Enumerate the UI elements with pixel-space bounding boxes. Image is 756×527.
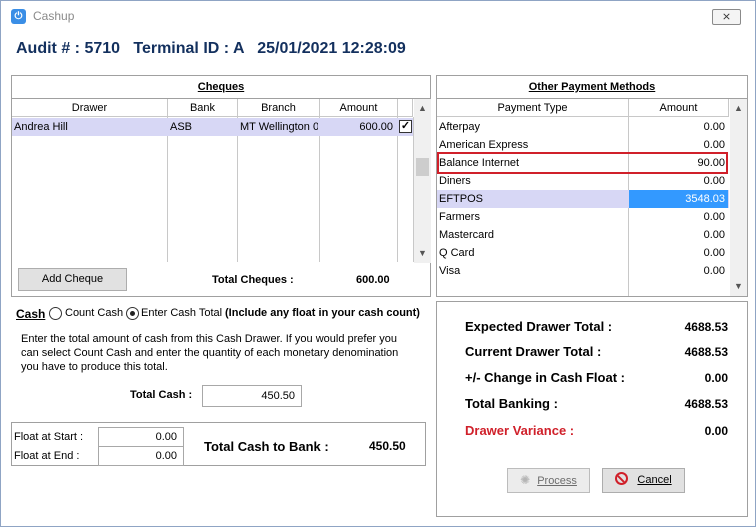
total-cheques-value: 600.00 [356, 274, 390, 286]
add-cheque-button[interactable]: Add Cheque [18, 268, 127, 291]
change-in-float-label: +/- Change in Cash Float : [465, 370, 625, 385]
expected-drawer-total-label: Expected Drawer Total : [465, 319, 613, 334]
payment-amount: 0.00 [703, 247, 725, 259]
col-bank: Bank [168, 99, 238, 117]
payment-type: Mastercard [439, 229, 495, 241]
float-end-input[interactable]: 0.00 [98, 446, 184, 466]
cheques-title: Cheques [197, 81, 245, 93]
highlight-box [437, 152, 728, 174]
change-in-float-value: 0.00 [704, 371, 728, 385]
scroll-thumb[interactable] [416, 158, 429, 176]
count-cash-radio[interactable] [49, 307, 62, 320]
current-drawer-total-label: Current Drawer Total : [465, 344, 602, 359]
total-cash-input[interactable]: 450.50 [202, 385, 302, 407]
drawer-variance-value: 0.00 [704, 424, 728, 438]
col-amount: Amount [320, 99, 398, 117]
cash-label: Cash [16, 307, 46, 321]
app-power-icon: ⏻ [11, 9, 26, 24]
total-cash-label: Total Cash : [130, 389, 193, 401]
list-item[interactable]: Afterpay 0.00 [437, 118, 729, 136]
cheques-scrollbar[interactable]: ▲ ▼ [414, 99, 431, 263]
payment-amount: 3548.03 [629, 190, 728, 208]
payments-title: Other Payment Methods [528, 81, 656, 93]
cancel-label: Cancel [637, 474, 672, 486]
total-cash-to-bank-value: 450.50 [369, 439, 406, 453]
include-float-note: (Include any float in your cash count) [225, 307, 420, 319]
total-cheques-label: Total Cheques : [212, 274, 294, 286]
payments-scrollbar[interactable]: ▲ ▼ [730, 99, 747, 296]
cancel-button[interactable]: Cancel [602, 468, 685, 493]
col-payment-amount: Amount [629, 99, 729, 117]
cheques-grid-header: Drawer Bank Branch Amount [12, 99, 413, 117]
payment-amount: 0.00 [703, 229, 725, 241]
audit-header: Audit # : 5710 Terminal ID : A 25/01/202… [16, 40, 406, 57]
cheque-drawer: Andrea Hill [14, 121, 68, 133]
payment-type: Visa [439, 265, 461, 277]
title-bar [1, 1, 753, 31]
cancel-icon [615, 472, 629, 485]
float-start-input[interactable]: 0.00 [98, 427, 184, 447]
list-item[interactable]: Diners 0.00 [437, 172, 729, 190]
float-start-label: Float at Start : [14, 431, 84, 443]
instructions-line-1: Enter the total amount of cash from this… [21, 333, 398, 345]
col-check [398, 99, 413, 117]
col-branch: Branch [238, 99, 320, 117]
cheque-branch: MT Wellington 0 [240, 121, 318, 133]
enter-cash-total-label[interactable]: Enter Cash Total [141, 307, 222, 319]
total-banking-value: 4688.53 [684, 397, 728, 411]
count-cash-label[interactable]: Count Cash [65, 307, 123, 319]
col-drawer: Drawer [12, 99, 168, 117]
cheque-checkbox[interactable]: ✓ [399, 120, 412, 133]
enter-cash-total-radio[interactable] [126, 307, 139, 320]
list-item[interactable]: Visa 0.00 [437, 262, 729, 280]
window-title: Cashup [33, 9, 75, 23]
process-button[interactable]: ✺ Process [507, 468, 590, 493]
close-button[interactable]: ⨯ [712, 9, 741, 25]
current-drawer-total-value: 4688.53 [684, 345, 728, 359]
float-end-label: Float at End : [14, 450, 80, 462]
list-item[interactable]: Mastercard 0.00 [437, 226, 729, 244]
scroll-down-icon[interactable]: ▼ [414, 245, 431, 262]
list-item[interactable]: Farmers 0.00 [437, 208, 729, 226]
drawer-variance-label: Drawer Variance : [465, 423, 575, 438]
payment-type: Afterpay [439, 121, 480, 133]
payment-amount: 0.00 [703, 121, 725, 133]
instructions-line-2: can select Count Cash and enter the quan… [21, 347, 399, 359]
payment-type: Q Card [439, 247, 475, 259]
payments-grid-header: Payment Type Amount [437, 99, 729, 117]
payment-amount: 0.00 [703, 265, 725, 277]
table-row[interactable]: Andrea Hill ASB MT Wellington 0 600.00 ✓ [12, 118, 413, 136]
scroll-up-icon[interactable]: ▲ [414, 100, 431, 117]
cheques-panel: Cheques Drawer Bank Branch Amount Andrea… [11, 75, 431, 297]
payment-amount: 0.00 [703, 211, 725, 223]
instructions-line-3: you have to produce this total. [21, 361, 168, 373]
list-item[interactable]: EFTPOS 3548.03 [437, 190, 729, 208]
payment-type: EFTPOS [439, 193, 484, 205]
payment-type: Farmers [439, 211, 480, 223]
payments-panel: Other Payment Methods Payment Type Amoun… [436, 75, 748, 297]
payment-amount: 0.00 [703, 175, 725, 187]
scroll-down-icon[interactable]: ▼ [730, 278, 747, 295]
col-payment-type: Payment Type [437, 99, 629, 117]
cheque-amount: 600.00 [359, 121, 393, 133]
scroll-up-icon[interactable]: ▲ [730, 100, 747, 117]
cheque-bank: ASB [170, 121, 193, 133]
total-banking-label: Total Banking : [465, 396, 558, 411]
payment-type: Diners [439, 175, 471, 187]
total-cash-to-bank-label: Total Cash to Bank : [204, 439, 329, 454]
process-gear-icon: ✺ [520, 473, 531, 487]
expected-drawer-total-value: 4688.53 [684, 320, 728, 334]
list-item[interactable]: Q Card 0.00 [437, 244, 729, 262]
process-label: Process [537, 475, 577, 487]
